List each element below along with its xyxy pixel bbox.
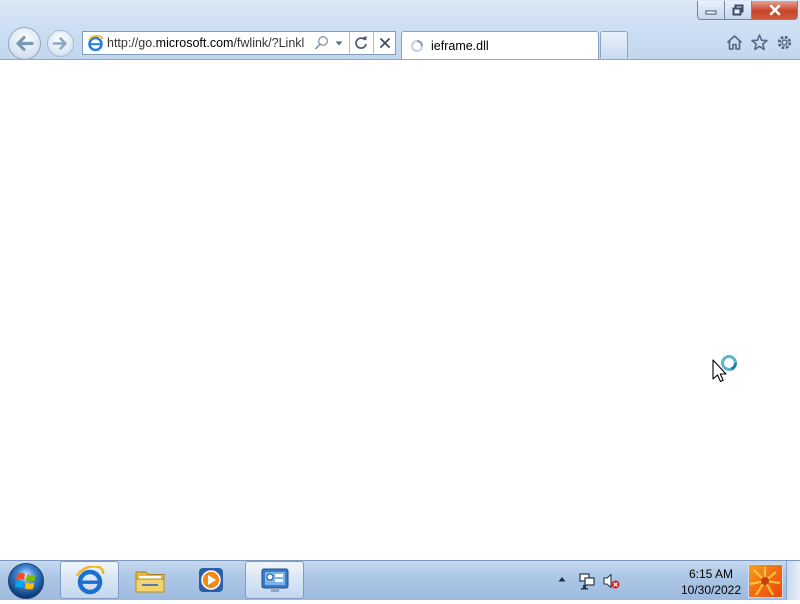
star-icon[interactable]: [750, 33, 769, 52]
flower-icon: [749, 567, 781, 596]
taskbar-windows-explorer[interactable]: [121, 561, 180, 599]
taskbar-media-player[interactable]: [182, 561, 241, 599]
windows-orb-icon: [8, 563, 44, 599]
refresh-icon: [355, 36, 367, 49]
show-desktop-button[interactable]: [786, 561, 800, 600]
browser-chrome: http://go.microsoft.com/fwlink/?Linkl ie…: [0, 0, 800, 60]
taskbar-internet-explorer[interactable]: [60, 561, 119, 599]
home-icon[interactable]: [725, 33, 744, 52]
busy-cursor-icon: [712, 355, 737, 383]
media-player-icon: [199, 568, 223, 592]
clock-time: 6:15 AM: [688, 567, 734, 581]
stop-button[interactable]: [373, 32, 396, 54]
close-button[interactable]: [751, 1, 798, 20]
ie-icon: [75, 566, 105, 595]
start-button[interactable]: [6, 561, 46, 601]
page-content[interactable]: [0, 60, 800, 560]
forward-button[interactable]: [47, 30, 74, 57]
back-button[interactable]: [8, 27, 41, 60]
minimize-button[interactable]: [697, 1, 724, 20]
caption-buttons: [697, 1, 798, 20]
folder-icon: [135, 571, 165, 593]
url-prefix: http://go.: [107, 36, 156, 50]
clock-date: 10/30/2022: [680, 583, 742, 597]
tab-title: ieframe.dll: [431, 39, 489, 53]
command-icons: [725, 33, 794, 52]
tab-ieframe[interactable]: ieframe.dll: [401, 31, 599, 59]
taskbar: 6:15 AM 10/30/2022: [0, 560, 800, 600]
remote-desktop-icon: [261, 568, 289, 592]
address-url[interactable]: http://go.microsoft.com/fwlink/?Linkl: [107, 36, 313, 50]
close-icon: [380, 38, 390, 48]
browser-window: http://go.microsoft.com/fwlink/?Linkl ie…: [0, 0, 800, 560]
forward-arrow-icon: [52, 37, 67, 50]
chevron-up-icon[interactable]: [557, 575, 567, 583]
clock[interactable]: 6:15 AM 10/30/2022: [672, 566, 750, 598]
close-icon: [769, 4, 780, 16]
refresh-button[interactable]: [350, 32, 373, 54]
url-domain: microsoft.com: [155, 36, 234, 50]
desktop-wallpaper-thumbnail: [748, 564, 783, 598]
restore-button[interactable]: [724, 1, 751, 20]
restore-icon: [732, 4, 744, 16]
network-icon[interactable]: [578, 572, 596, 590]
taskbar-remote-desktop[interactable]: [245, 561, 304, 599]
back-arrow-icon: [16, 35, 34, 52]
loading-spinner-icon: [410, 39, 424, 53]
minimize-icon: [705, 10, 717, 15]
url-path: /fwlink/?Linkl: [233, 36, 305, 50]
gear-icon[interactable]: [775, 33, 794, 52]
address-bar[interactable]: http://go.microsoft.com/fwlink/?Linkl: [82, 31, 396, 55]
volume-muted-icon[interactable]: [602, 572, 620, 590]
chevron-down-icon[interactable]: [333, 36, 345, 50]
ie-page-icon: [88, 35, 103, 52]
new-tab-button[interactable]: [600, 31, 628, 58]
search-icon[interactable]: [314, 35, 329, 51]
